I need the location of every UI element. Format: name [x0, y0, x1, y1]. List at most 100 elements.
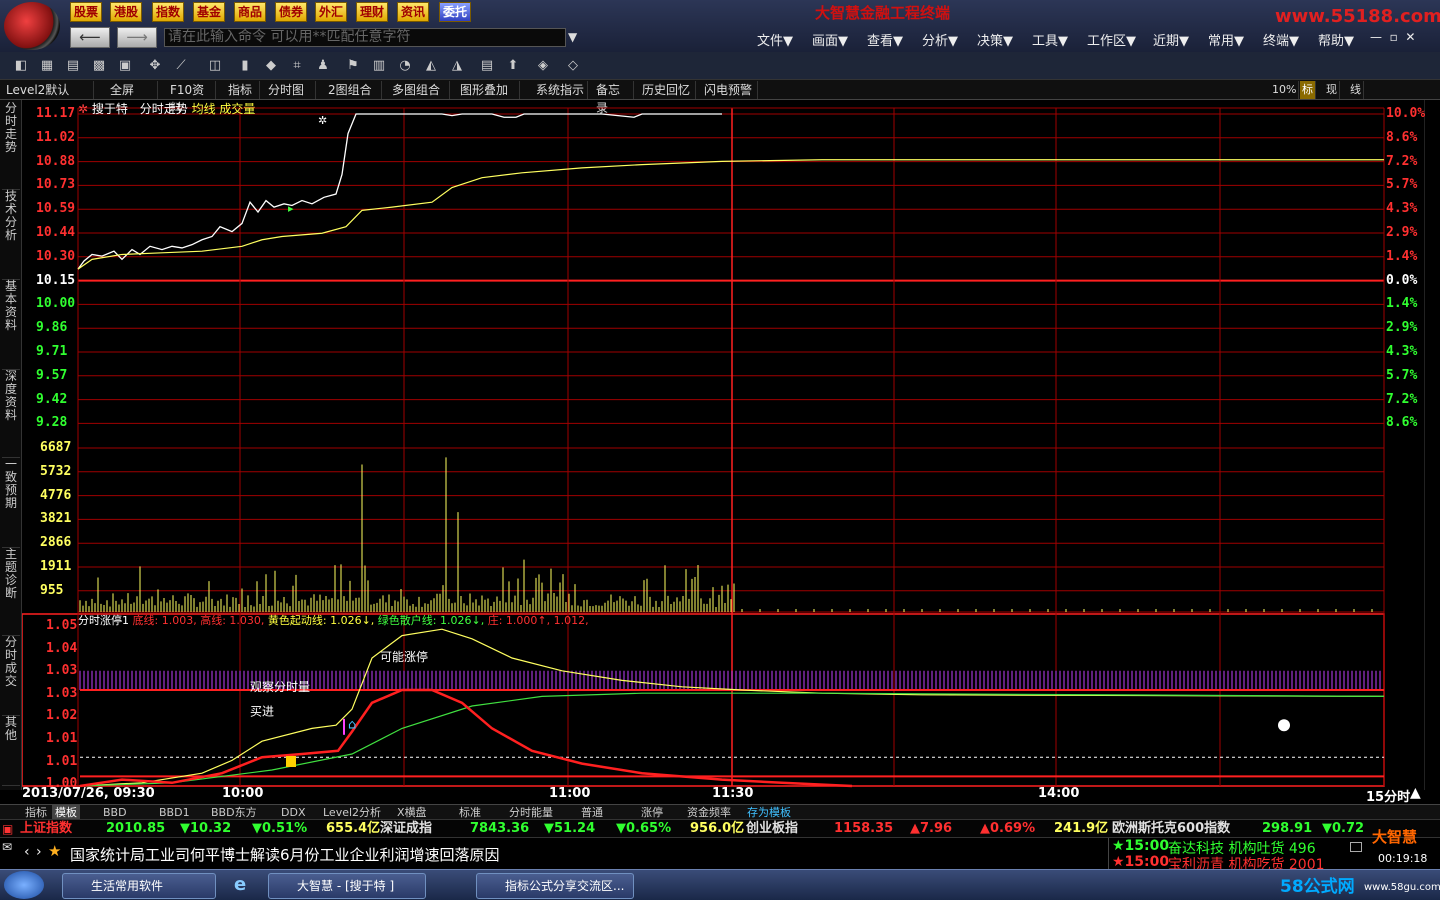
next-news-icon[interactable]: ›	[36, 844, 42, 860]
subbar-item-11[interactable]: 闪电预警	[702, 81, 758, 99]
tool-icon-12[interactable]: ⚑	[344, 57, 362, 75]
subbar-item-1[interactable]: 全屏	[108, 81, 158, 99]
tool-icon-10[interactable]: ⌗	[288, 57, 306, 75]
bottom-tab-0[interactable]: 指标	[22, 805, 50, 820]
bottom-tab-10[interactable]: 普通	[578, 805, 606, 820]
subbar-right-0[interactable]: 10%	[1270, 81, 1300, 99]
ticker-name[interactable]: 创业板指	[746, 820, 798, 838]
subbar-item-10[interactable]: 历史回忆	[640, 81, 696, 99]
subbar-item-3[interactable]: 指标	[226, 81, 260, 99]
tool-icon-3[interactable]: ▩	[90, 57, 108, 75]
menu-8[interactable]: 常用▼	[1208, 30, 1244, 49]
gear-icon[interactable]: ✲	[78, 102, 88, 116]
task-dzh[interactable]: 大智慧 - [搜于特 ]	[268, 873, 426, 899]
intraday-chart[interactable]: ✲ ▸ ⌂ 观察分时量买进 可能涨停 分时涨停1 底线: 1.003, 高线: 1.030…	[22, 100, 1424, 804]
menu-5[interactable]: 工具▼	[1032, 30, 1068, 49]
ticker-name[interactable]: 深证成指	[380, 820, 432, 838]
bottom-tab-1[interactable]: 模板	[52, 805, 80, 820]
side-tab-2[interactable]: 基本资料	[2, 280, 20, 370]
tool-icon-2[interactable]: ▤	[64, 57, 82, 75]
prev-news-icon[interactable]: ‹	[24, 844, 30, 860]
bottom-tab-4[interactable]: BBD东方	[208, 805, 260, 820]
nav-9[interactable]: 委托	[439, 2, 472, 22]
tool-icon-17[interactable]: ▤	[478, 57, 496, 75]
subbar-right-1[interactable]: 标	[1300, 81, 1316, 99]
tool-icon-8[interactable]: ▮	[236, 57, 254, 75]
checkbox-icon[interactable]	[1350, 842, 1362, 852]
subbar-item-4[interactable]: 分时图	[266, 81, 316, 99]
tool-icon-13[interactable]: ▥	[370, 57, 388, 75]
nav-3[interactable]: 基金	[193, 2, 226, 22]
bottom-tab-13[interactable]: 存为模板	[744, 805, 794, 820]
subbar-item-6[interactable]: 多图组合	[390, 81, 450, 99]
bottom-tab-11[interactable]: 涨停	[638, 805, 666, 820]
nav-4[interactable]: 商品	[234, 2, 267, 22]
right-scroll-strip[interactable]	[1424, 100, 1440, 790]
side-tab-5[interactable]: 主题诊断	[2, 548, 20, 636]
command-input[interactable]: 请在此输入命令 可以用**匹配任意字符	[164, 28, 566, 47]
news-headline[interactable]: 国家统计局工业司何平博士解读6月份工业企业利润增速回落原因	[70, 844, 500, 865]
browser-icon[interactable]: e	[234, 874, 246, 895]
bottom-tab-6[interactable]: Level2分析	[320, 805, 384, 820]
ticker-name[interactable]: 上证指数	[20, 820, 72, 838]
tool-icon-20[interactable]: ◇	[564, 57, 582, 75]
tool-icon-18[interactable]: ⬆	[504, 57, 522, 75]
tool-icon-4[interactable]: ▣	[116, 57, 134, 75]
menu-3[interactable]: 分析▼	[922, 30, 958, 49]
nav-0[interactable]: 股票	[70, 2, 103, 22]
arrow-up-icon[interactable]: ▲	[1410, 785, 1421, 801]
tool-icon-19[interactable]: ◈	[534, 57, 552, 75]
window-controls[interactable]: — ▫ ✕	[1370, 30, 1415, 44]
subbar-item-2[interactable]: F10资料	[168, 81, 216, 115]
subbar-item-7[interactable]: 图形叠加	[458, 81, 520, 99]
subbar-item-5[interactable]: 2图组合	[326, 81, 382, 99]
tool-icon-14[interactable]: ◔	[396, 57, 414, 75]
mail-icon[interactable]: ✉	[2, 840, 12, 854]
subbar-item-9[interactable]: 备忘录	[594, 81, 634, 115]
back-button[interactable]: ⟵	[70, 27, 110, 48]
tool-icon-6[interactable]: ⟋	[172, 57, 190, 75]
command-dropdown-icon[interactable]: ▼	[568, 30, 577, 44]
ticker-name[interactable]: 欧洲斯托克600指数	[1112, 820, 1230, 838]
bottom-tab-9[interactable]: 分时能量	[506, 805, 556, 820]
tool-icon-11[interactable]: ♟	[314, 57, 332, 75]
period-label[interactable]: 15分时	[1366, 786, 1410, 805]
forward-button[interactable]: ⟶	[117, 27, 157, 48]
side-tab-4[interactable]: 一致预期	[2, 458, 20, 548]
start-button[interactable]	[4, 871, 44, 899]
bottom-tab-8[interactable]: 标准	[456, 805, 484, 820]
bottom-tab-2[interactable]: BBD	[100, 805, 130, 820]
menu-9[interactable]: 终端▼	[1263, 30, 1299, 49]
tool-icon-15[interactable]: ◭	[422, 57, 440, 75]
subbar-right-2[interactable]: 现	[1324, 81, 1340, 99]
menu-1[interactable]: 画面▼	[812, 30, 848, 49]
task-folder[interactable]: 生活常用软件	[62, 873, 216, 899]
nav-5[interactable]: 债券	[275, 2, 308, 22]
nav-7[interactable]: 理财	[356, 2, 389, 22]
menu-4[interactable]: 决策▼	[977, 30, 1013, 49]
bottom-tab-7[interactable]: X横盘	[394, 805, 430, 820]
subbar-right-3[interactable]: 线	[1348, 81, 1364, 99]
menu-6[interactable]: 工作区▼	[1087, 30, 1136, 49]
bottom-tab-3[interactable]: BBD1	[156, 805, 193, 820]
nav-2[interactable]: 指数	[152, 2, 185, 22]
subbar-item-0[interactable]: Level2默认	[4, 81, 94, 99]
tool-icon-9[interactable]: ◆	[262, 57, 280, 75]
side-tab-7[interactable]: 其他	[2, 716, 20, 786]
task-browser[interactable]: 指标公式分享交流区...	[476, 873, 634, 899]
menu-2[interactable]: 查看▼	[867, 30, 903, 49]
side-tab-6[interactable]: 分时成交	[2, 636, 20, 716]
menu-7[interactable]: 近期▼	[1153, 30, 1189, 49]
tool-icon-1[interactable]: ▦	[38, 57, 56, 75]
nav-1[interactable]: 港股	[110, 2, 143, 22]
tool-icon-7[interactable]: ◫	[206, 57, 224, 75]
subbar-item-8[interactable]: 系统指示	[534, 81, 588, 99]
nav-6[interactable]: 外汇	[315, 2, 348, 22]
side-tab-0[interactable]: 分时走势	[2, 102, 20, 190]
tool-icon-16[interactable]: ◮	[448, 57, 466, 75]
bottom-tab-5[interactable]: DDX	[278, 805, 308, 820]
menu-10[interactable]: 帮助▼	[1318, 30, 1354, 49]
tool-icon-0[interactable]: ◧	[12, 57, 30, 75]
side-tab-3[interactable]: 深度资料	[2, 370, 20, 458]
tool-icon-5[interactable]: ✥	[146, 57, 164, 75]
